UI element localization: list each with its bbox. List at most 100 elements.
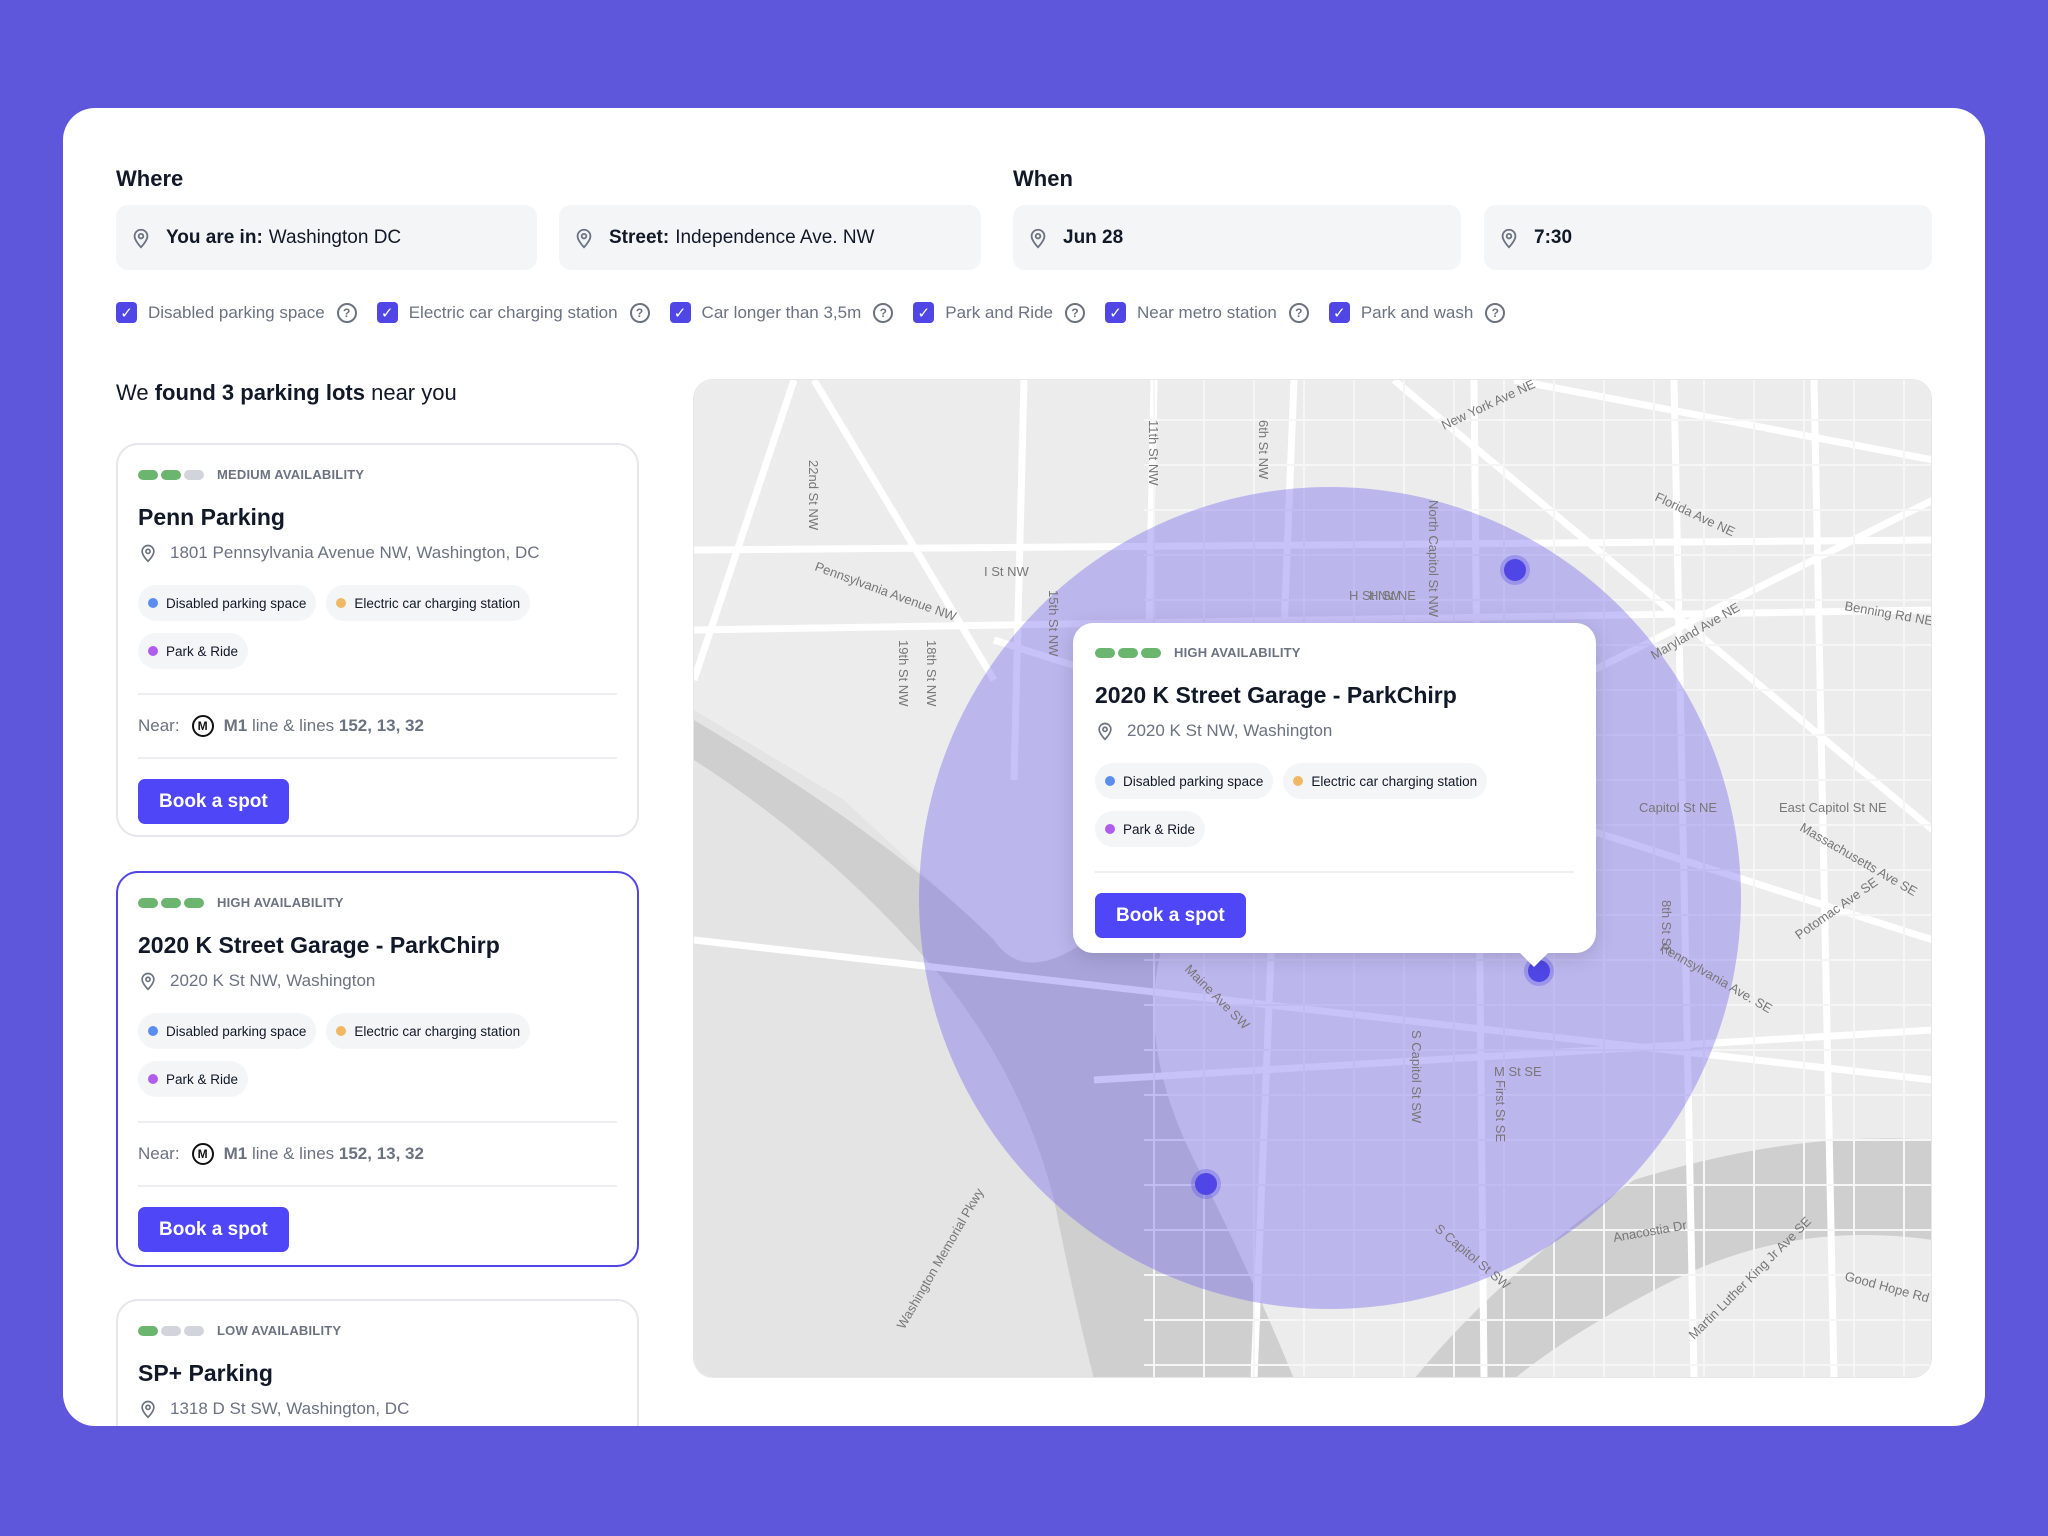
- checkbox-checked-icon[interactable]: ✓: [376, 302, 398, 323]
- tag-dot-icon: [148, 598, 158, 608]
- availability-indicator: MEDIUM AVAILABILITY: [138, 467, 617, 482]
- help-icon[interactable]: ?: [1288, 302, 1309, 323]
- availability-bar: [138, 1325, 158, 1336]
- filter-label: Park and Ride: [945, 302, 1053, 322]
- feature-tags: Disabled parking space Electric car charg…: [138, 585, 568, 669]
- map-popup: HIGH AVAILABILITY 2020 K Street Garage -…: [1073, 623, 1596, 967]
- map-street-label: 19th St NW: [896, 640, 911, 707]
- results-summary: We found 3 parking lots near you: [116, 380, 457, 406]
- location-pin-icon: [141, 1400, 155, 1419]
- help-icon[interactable]: ?: [873, 302, 894, 323]
- map-street-label: 11th St NW: [1146, 420, 1161, 486]
- metro-line: M1: [223, 716, 248, 735]
- tag-dot-icon: [1105, 824, 1115, 834]
- divider: [138, 757, 617, 759]
- map-street-label: 18th St NW: [924, 640, 939, 707]
- tag-dot-icon: [148, 1026, 158, 1036]
- location-value: Washington DC: [268, 226, 402, 248]
- availability-bar: [138, 469, 158, 480]
- tag-label: Park & Ride: [1123, 821, 1196, 837]
- map-street-label: M St SE: [1494, 1064, 1542, 1079]
- filter-checkbox[interactable]: ✓ Park and Ride?: [913, 302, 1085, 323]
- time-field[interactable]: 7:30: [1484, 205, 1932, 270]
- filter-checkbox[interactable]: ✓ Park and wash?: [1328, 302, 1506, 323]
- help-icon[interactable]: ?: [336, 302, 357, 323]
- help-icon[interactable]: ?: [1064, 302, 1085, 323]
- filter-label: Electric car charging station: [408, 302, 618, 322]
- address-text: 1801 Pennsylvania Avenue NW, Washington,…: [170, 543, 540, 562]
- availability-bar: [184, 897, 204, 908]
- help-icon[interactable]: ?: [1485, 302, 1506, 323]
- address-text: 2020 K St NW, Washington: [1127, 721, 1333, 740]
- near-text: line & lines: [251, 1144, 335, 1163]
- parking-marker-icon[interactable]: [1195, 1173, 1217, 1195]
- feature-tag: Electric car charging station: [326, 1013, 531, 1049]
- tag-dot-icon: [336, 1026, 347, 1036]
- street-prefix: Street:: [609, 226, 670, 248]
- availability-bar: [184, 1325, 204, 1336]
- availability-bar: [161, 1325, 181, 1336]
- tag-label: Disabled parking space: [166, 1023, 307, 1039]
- availability-indicator: HIGH AVAILABILITY: [1095, 645, 1574, 660]
- divider: [138, 1185, 617, 1187]
- nearby-transit: Near: M M1 line & lines 152, 13, 32: [138, 1123, 617, 1185]
- near-label: Near:: [138, 1144, 180, 1163]
- filter-label: Near metro station: [1136, 302, 1277, 322]
- address-text: 1318 D St SW, Washington, DC: [170, 1399, 410, 1418]
- book-spot-button[interactable]: Book a spot: [1095, 893, 1246, 938]
- lot-address: 2020 K St NW, Washington: [1095, 721, 1574, 741]
- where-heading: Where: [116, 166, 184, 191]
- location-field[interactable]: You are in: Washington DC: [116, 205, 537, 270]
- help-icon[interactable]: ?: [629, 302, 650, 323]
- tag-label: Electric car charging station: [354, 595, 521, 611]
- filter-checkbox[interactable]: ✓ Electric car charging station?: [376, 302, 650, 323]
- filter-checkbox[interactable]: ✓ Car longer than 3,5m?: [669, 302, 894, 323]
- date-field[interactable]: Jun 28: [1013, 205, 1461, 270]
- street-field[interactable]: Street: Independence Ave. NW: [559, 205, 981, 270]
- checkbox-checked-icon[interactable]: ✓: [669, 302, 691, 323]
- feature-tag: Electric car charging station: [1283, 763, 1488, 799]
- feature-tag: Disabled parking space: [138, 585, 317, 621]
- tag-label: Disabled parking space: [1123, 773, 1264, 789]
- parking-lot-card[interactable]: MEDIUM AVAILABILITY Penn Parking 1801 Pe…: [116, 443, 639, 837]
- availability-bar: [1141, 647, 1161, 658]
- filter-checkbox[interactable]: ✓ Near metro station?: [1104, 302, 1309, 323]
- location-pin-icon: [1098, 722, 1112, 741]
- parking-marker-icon[interactable]: [1504, 559, 1526, 581]
- checkbox-checked-icon[interactable]: ✓: [1104, 302, 1126, 323]
- filter-checkbox[interactable]: ✓ Disabled parking space?: [116, 302, 357, 323]
- location-pin-icon: [1501, 228, 1517, 248]
- lot-name: 2020 K Street Garage - ParkChirp: [1095, 682, 1457, 708]
- parking-lot-card[interactable]: LOW AVAILABILITY SP+ Parking 1318 D St S…: [116, 1299, 639, 1426]
- availability-bar: [1095, 647, 1115, 658]
- filter-label: Park and wash: [1360, 302, 1474, 322]
- feature-tag: Electric car charging station: [326, 585, 531, 621]
- availability-label: MEDIUM AVAILABILITY: [217, 467, 365, 482]
- book-spot-button[interactable]: Book a spot: [138, 779, 289, 824]
- tag-dot-icon: [148, 646, 158, 656]
- checkbox-checked-icon[interactable]: ✓: [1328, 302, 1350, 323]
- results-suffix: near you: [371, 380, 457, 405]
- filter-label: Disabled parking space: [148, 302, 325, 322]
- feature-tags: Disabled parking space Electric car charg…: [138, 1013, 568, 1097]
- results-count: found 3 parking lots: [154, 380, 365, 405]
- availability-label: HIGH AVAILABILITY: [1174, 645, 1301, 660]
- checkbox-checked-icon[interactable]: ✓: [913, 302, 935, 323]
- checkbox-checked-icon[interactable]: ✓: [116, 302, 137, 323]
- location-pin-icon: [141, 544, 155, 563]
- time-value: 7:30: [1534, 226, 1573, 248]
- feature-tag: Park & Ride: [1095, 811, 1206, 847]
- bus-lines: 152, 13, 32: [338, 1144, 424, 1163]
- parking-lot-card[interactable]: HIGH AVAILABILITY 2020 K Street Garage -…: [116, 871, 639, 1267]
- address-text: 2020 K St NW, Washington: [170, 971, 376, 990]
- divider: [1095, 871, 1574, 873]
- lot-address: 1801 Pennsylvania Avenue NW, Washington,…: [138, 543, 617, 563]
- availability-indicator: LOW AVAILABILITY: [138, 1323, 617, 1338]
- lot-name: SP+ Parking: [138, 1360, 273, 1386]
- book-spot-button[interactable]: Book a spot: [138, 1207, 289, 1252]
- lot-address: 1318 D St SW, Washington, DC: [138, 1399, 617, 1419]
- feature-tag: Disabled parking space: [138, 1013, 317, 1049]
- map-street-label: H St NW: [1349, 588, 1400, 603]
- filter-label: Car longer than 3,5m: [701, 302, 862, 322]
- tag-dot-icon: [336, 598, 347, 608]
